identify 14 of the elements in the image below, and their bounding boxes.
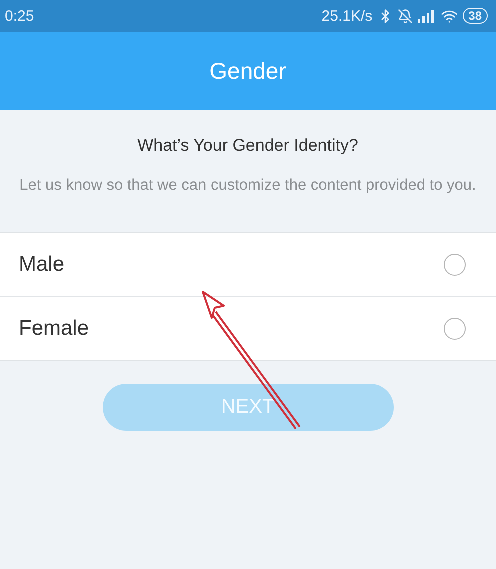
question-title: What’s Your Gender Identity?: [136, 136, 360, 156]
option-label: Female: [19, 316, 90, 340]
gender-option[interactable]: Male: [0, 233, 496, 296]
radio-button[interactable]: [444, 254, 466, 276]
description-text: Let us know so that we can customize the content provided to you.: [18, 176, 478, 196]
radio-button[interactable]: [444, 318, 466, 340]
signal-icon: [418, 10, 436, 22]
option-label: Male: [19, 252, 65, 276]
header-title: Gender: [210, 58, 286, 84]
network-speed: 25.1K/s: [322, 8, 373, 24]
gender-option[interactable]: Female: [0, 296, 496, 360]
bell-off-icon: [398, 8, 413, 24]
battery-icon: 38: [462, 8, 488, 24]
status-time: 0:25: [5, 8, 34, 24]
